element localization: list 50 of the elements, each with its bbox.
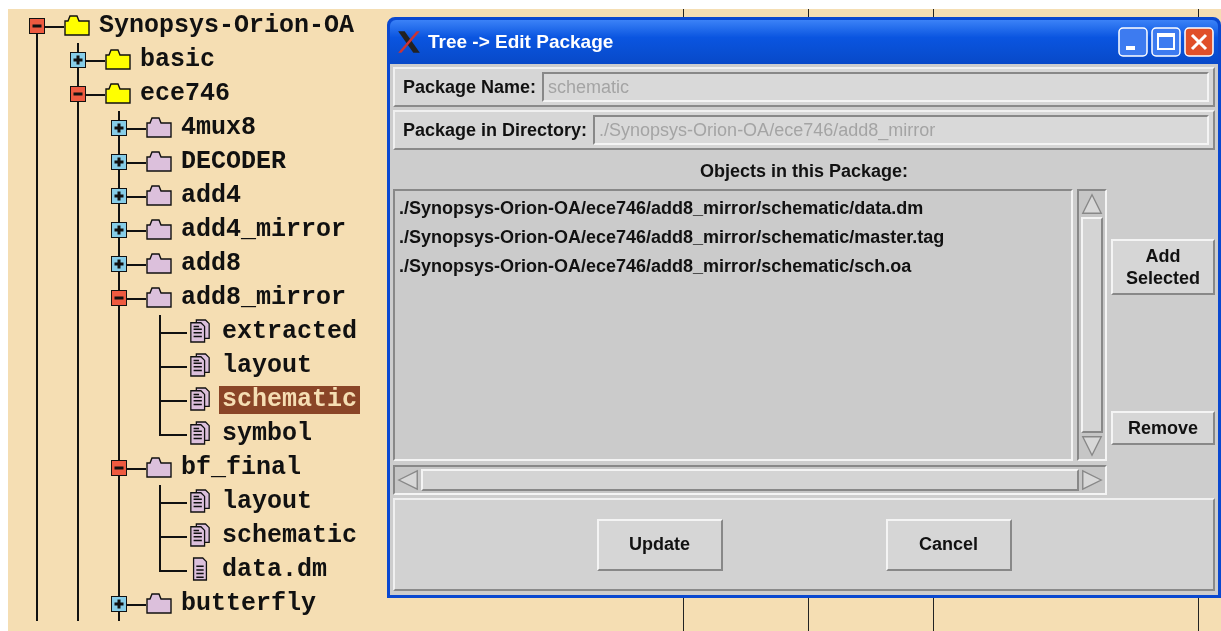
cancel-button[interactable]: Cancel [885,518,1012,571]
tree-item[interactable]: bf_final [178,454,305,482]
tree-item[interactable]: schematic [219,386,361,414]
expand-icon[interactable] [111,596,127,612]
expand-icon[interactable] [111,256,127,272]
list-item[interactable]: ./Synopsys-Orion-OA/ece746/add8_mirror/schematic/sch.oa [399,252,1067,281]
collapse-icon[interactable] [70,86,86,102]
tree-item[interactable]: Synopsys-Orion-OA [96,12,358,40]
expand-icon[interactable] [111,154,127,170]
add-selected-button[interactable]: Add Selected [1111,239,1215,295]
tree-item[interactable]: add8_mirror [178,284,350,312]
tree-item[interactable]: add8 [178,250,244,278]
window-title: Tree -> Edit Package [428,31,614,53]
close-icon[interactable] [1184,27,1214,57]
x-logo-icon [396,29,422,55]
tree-item[interactable]: layout [219,352,315,380]
remove-button[interactable]: Remove [1111,411,1215,445]
tree-item[interactable]: add4 [178,182,244,210]
tree-item[interactable]: symbol [219,420,315,448]
maximize-icon[interactable] [1151,27,1181,57]
documents-icon [189,318,211,344]
documents-icon [189,488,211,514]
expand-icon[interactable] [111,222,127,238]
collapse-icon[interactable] [29,18,45,34]
minimize-icon[interactable] [1118,27,1148,57]
tree-item[interactable]: butterfly [178,590,320,618]
update-button[interactable]: Update [596,518,723,571]
list-item[interactable]: ./Synopsys-Orion-OA/ece746/add8_mirror/schematic/data.dm [399,194,1067,223]
tree-item[interactable]: extracted [219,318,361,346]
tree-item[interactable]: basic [137,46,218,74]
tree-item[interactable]: DECODER [178,148,290,176]
collapse-icon[interactable] [111,290,127,306]
expand-icon[interactable] [70,52,86,68]
tree-item[interactable]: ece746 [137,80,233,108]
expand-icon[interactable] [111,120,127,136]
tree-item[interactable]: layout [219,488,315,516]
documents-icon [189,522,211,548]
list-item[interactable]: ./Synopsys-Orion-OA/ece746/add8_mirror/schematic/master.tag [399,223,1067,252]
tree-item[interactable]: 4mux8 [178,114,259,142]
collapse-icon[interactable] [111,460,127,476]
documents-icon [189,352,211,378]
documents-icon [189,420,211,446]
tree-item[interactable]: data.dm [219,556,331,584]
tree-item[interactable]: add4_mirror [178,216,350,244]
expand-icon[interactable] [111,188,127,204]
field-label: Package in Directory: [403,119,588,141]
tree-item[interactable]: schematic [219,522,361,550]
objects-heading: Objects in this Package: [698,160,910,183]
field-label: Package Name: [403,76,537,98]
documents-icon [189,386,211,412]
